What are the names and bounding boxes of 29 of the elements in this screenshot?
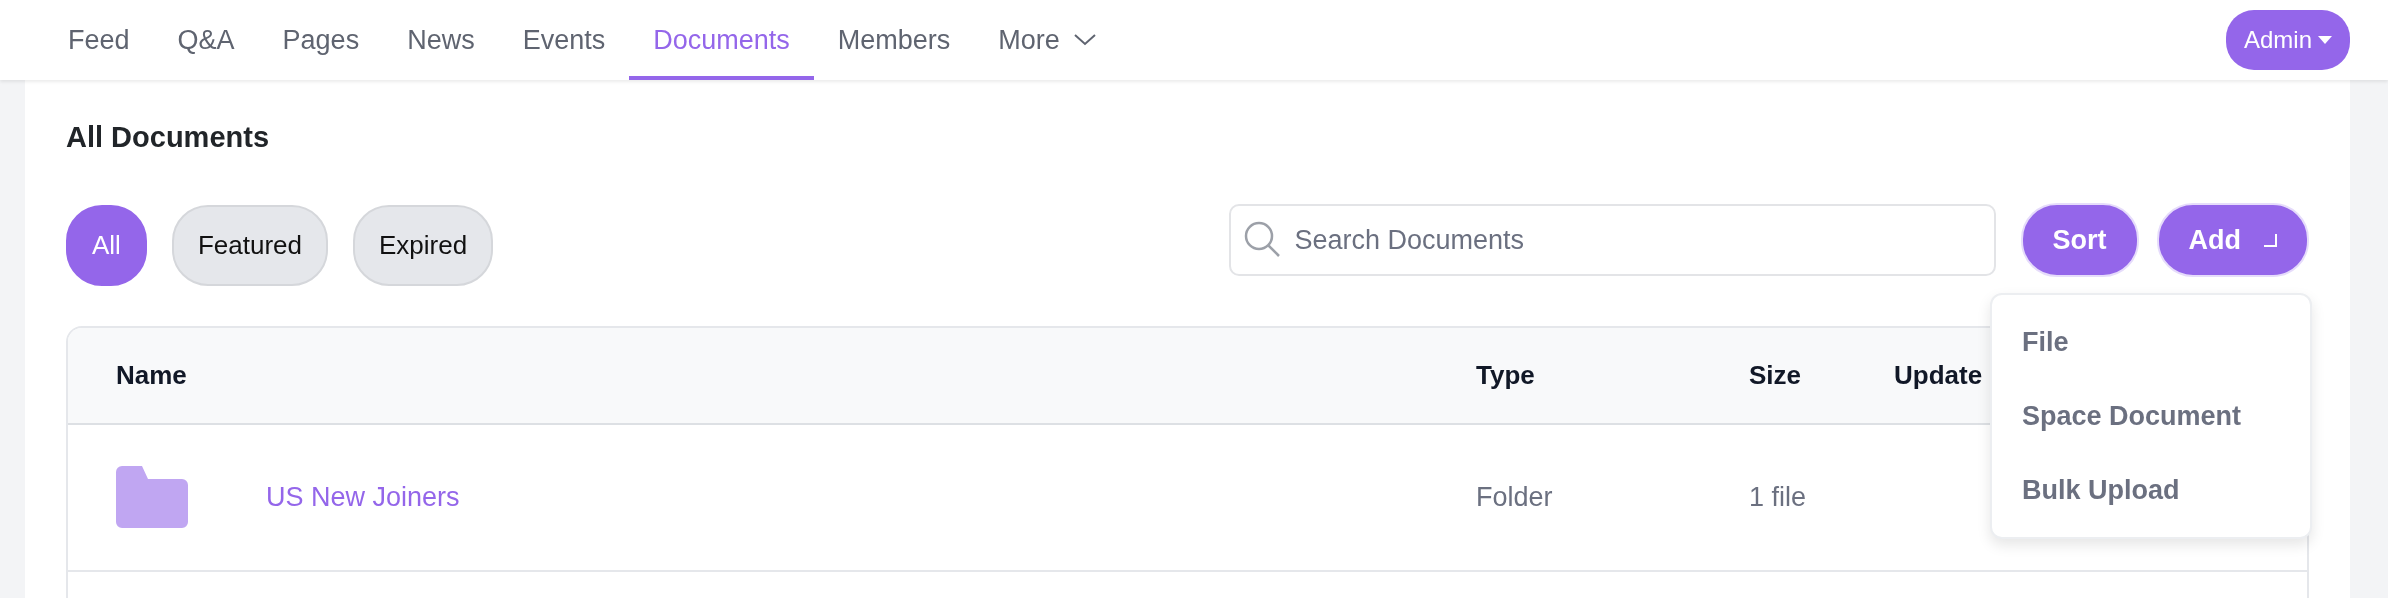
filter-chip[interactable]: Expired xyxy=(353,204,494,286)
folder-icon xyxy=(116,466,188,529)
nav-tab[interactable]: Q&A xyxy=(153,0,259,80)
column-header: Name xyxy=(116,359,187,390)
nav-tab[interactable]: More xyxy=(974,0,1120,80)
filter-chip[interactable]: Featured xyxy=(171,204,328,286)
menu-item[interactable]: Bulk Upload xyxy=(1992,453,2310,527)
menu-item[interactable]: Space Document xyxy=(1992,379,2310,453)
caret-icon xyxy=(2318,36,2332,44)
column-header: Update xyxy=(1894,359,1983,390)
column-header: Type xyxy=(1476,359,1535,390)
nav-tab[interactable]: Pages xyxy=(258,0,384,80)
menu-item[interactable]: File xyxy=(1992,305,2310,379)
nav-tab[interactable]: Feed xyxy=(44,0,154,80)
search-field[interactable]: Search Documents xyxy=(1228,204,1996,277)
column-header: Size xyxy=(1749,359,1802,390)
filter-chip[interactable]: All xyxy=(66,204,147,286)
nav-tab[interactable]: Events xyxy=(498,0,630,80)
add-button[interactable]: Add xyxy=(2156,203,2309,278)
table-cell: 1 file xyxy=(1749,482,1807,513)
table-cell: Folder xyxy=(1476,482,1553,513)
corner-icon xyxy=(2263,233,2277,248)
document-link[interactable]: US New Joiners xyxy=(266,477,460,518)
chevron-down-icon xyxy=(1073,34,1096,46)
page-title: All Documents xyxy=(66,120,271,155)
nav-tab[interactable]: News xyxy=(383,0,499,80)
nav-tab[interactable]: Members xyxy=(813,0,975,80)
admin-button[interactable]: Admin xyxy=(2225,10,2350,70)
sort-button[interactable]: Sort xyxy=(2020,203,2139,278)
